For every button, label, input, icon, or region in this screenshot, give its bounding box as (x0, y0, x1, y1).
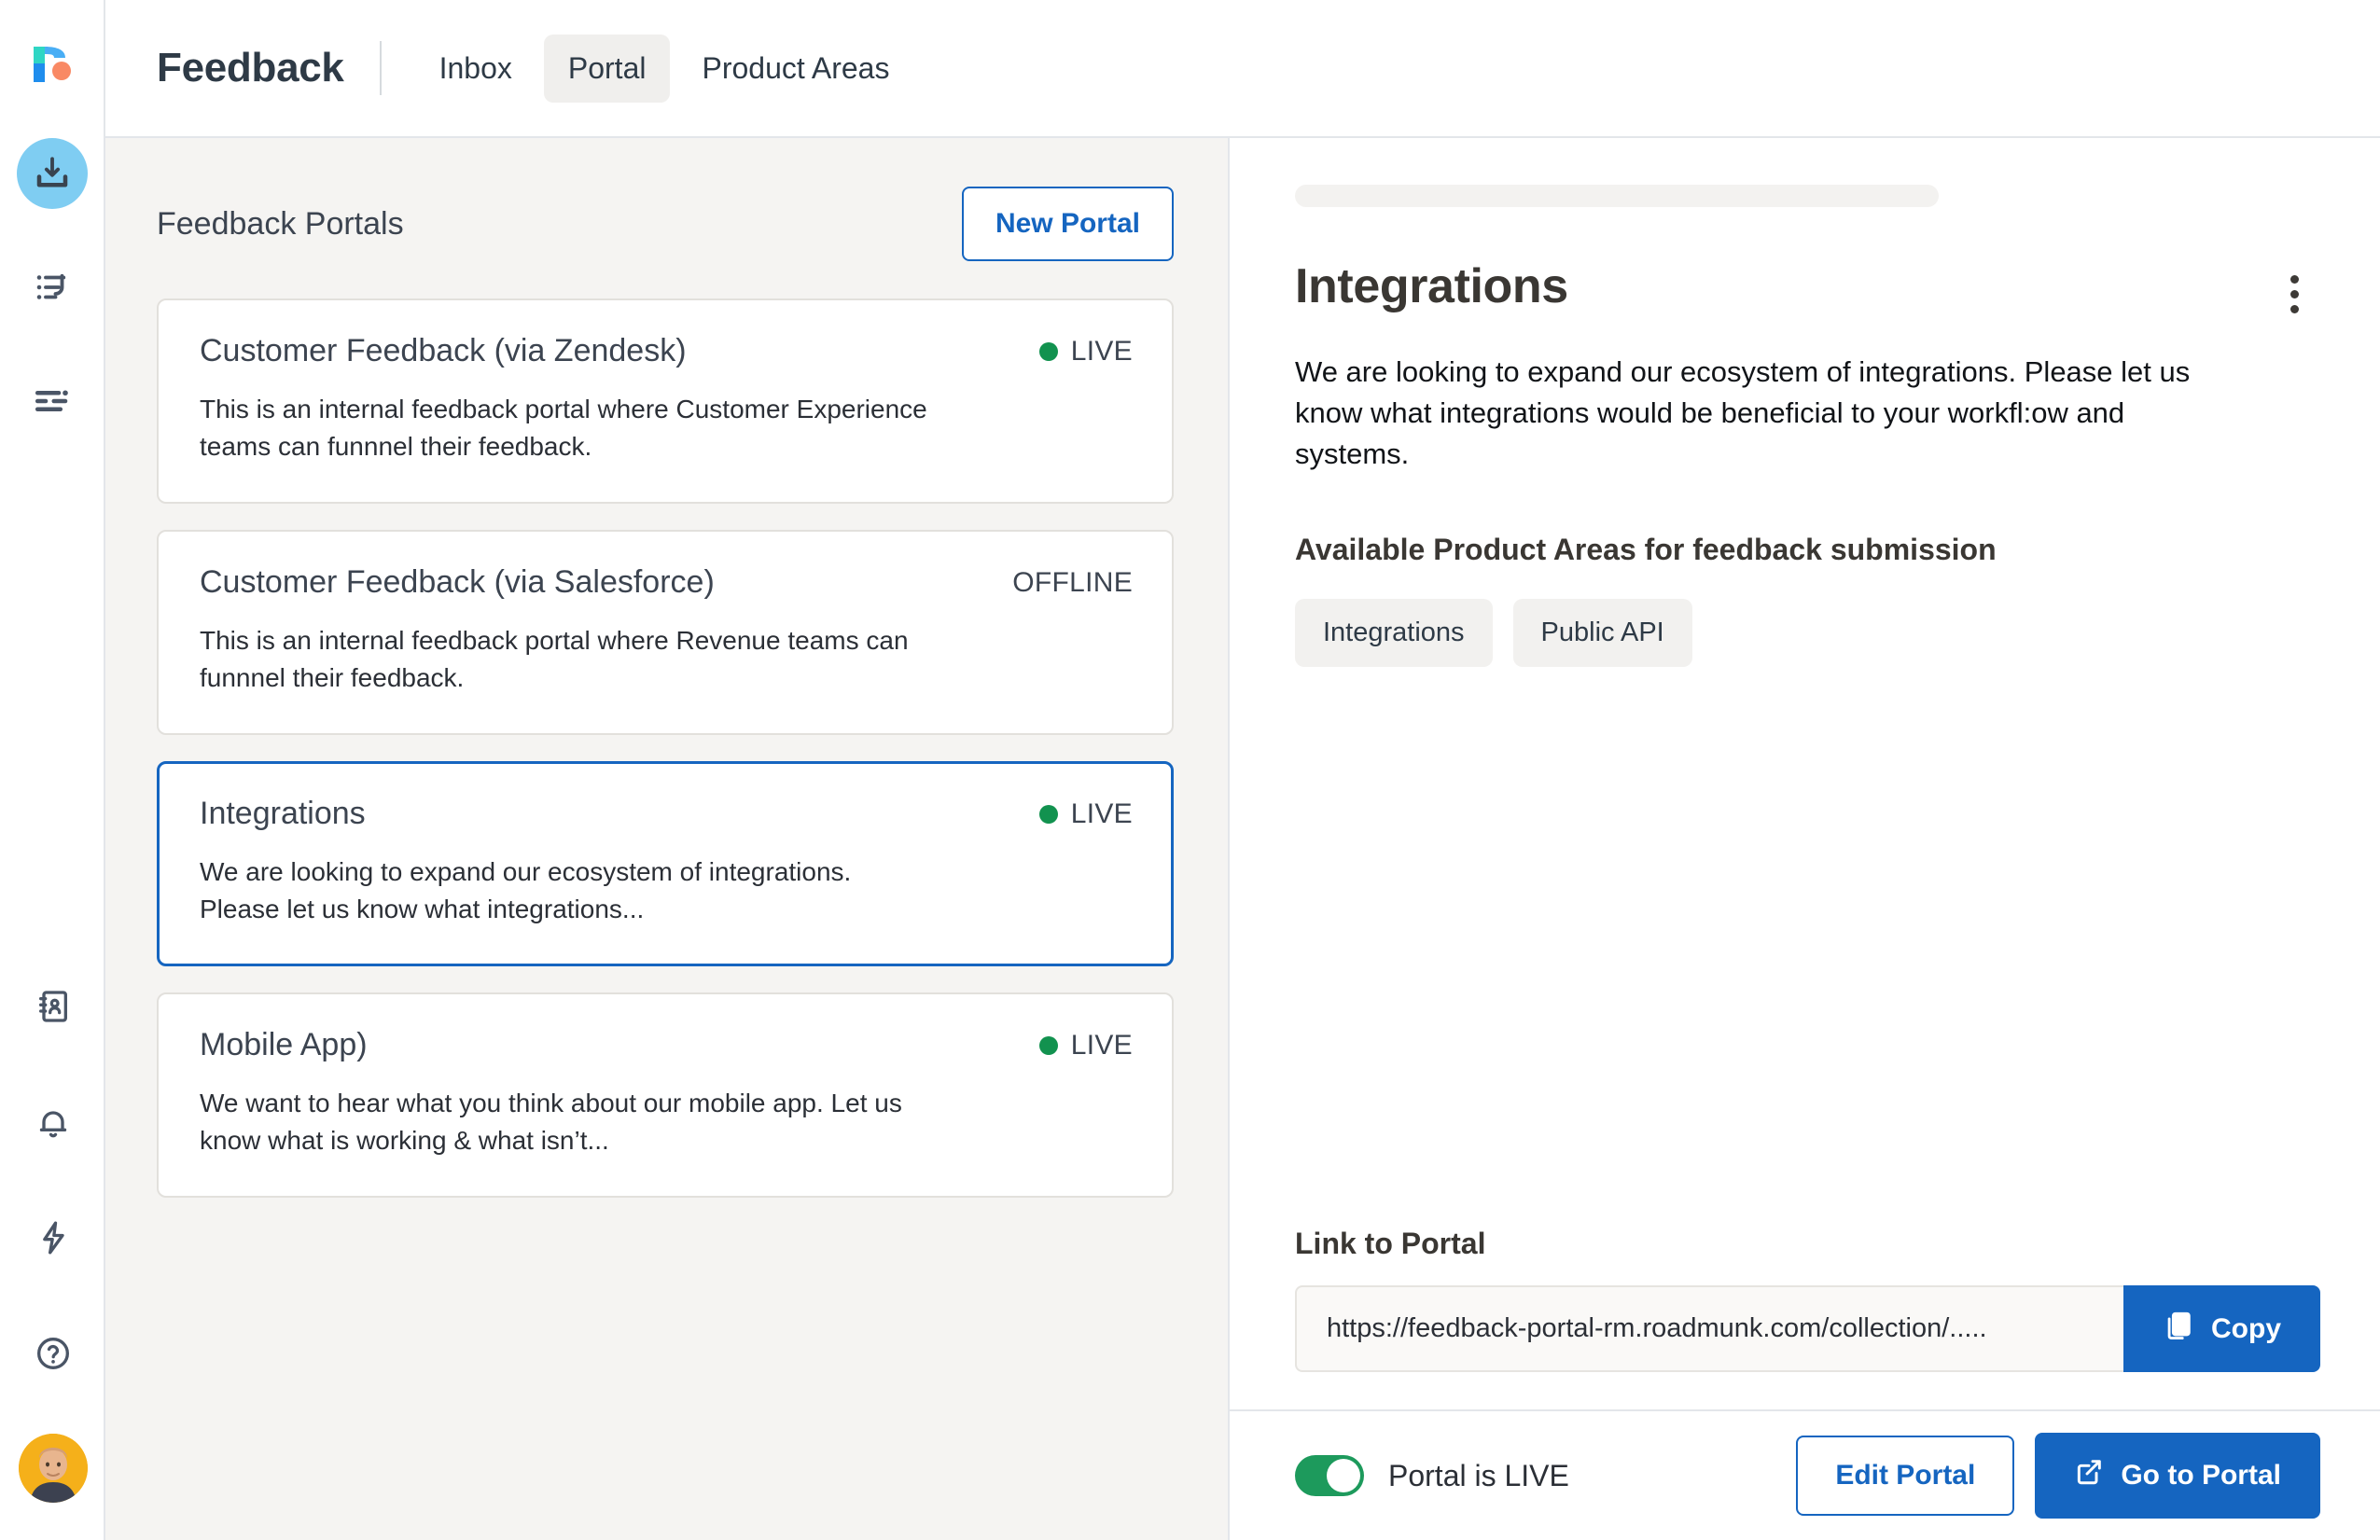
product-area-chip-list: Integrations Public API (1295, 599, 2320, 668)
status-badge: LIVE (1038, 1026, 1133, 1061)
header-divider (379, 41, 382, 95)
icon-rail (0, 0, 105, 1540)
live-dot-icon (1038, 804, 1058, 824)
portal-card-title: Integrations (200, 795, 366, 831)
portal-card-header: Customer Feedback (via Zendesk) LIVE (200, 332, 1133, 370)
status-badge-label: LIVE (1070, 1029, 1133, 1061)
app-root: Feedback Inbox Portal Product Areas Feed… (0, 0, 2380, 1540)
page-title: Feedback (157, 45, 344, 90)
status-badge: LIVE (1038, 795, 1133, 830)
tab-portal[interactable]: Portal (543, 34, 671, 103)
edit-portal-button[interactable]: Edit Portal (1796, 1436, 2015, 1516)
sidebar-item-product-areas[interactable] (17, 366, 88, 437)
main-area: Feedback Inbox Portal Product Areas Feed… (105, 0, 2380, 1540)
top-bar: Feedback Inbox Portal Product Areas (105, 0, 2380, 138)
portal-card-description: We want to hear what you think about our… (200, 1088, 902, 1156)
portal-list-panel: Feedback Portals New Portal Customer Fee… (105, 138, 1230, 1540)
live-dot-icon (1038, 342, 1058, 361)
status-badge: OFFLINE (1012, 563, 1133, 599)
status-badge-label: OFFLINE (1012, 566, 1133, 598)
sidebar-item-notifications[interactable] (18, 1087, 89, 1158)
portal-detail-description: We are looking to expand our ecosystem o… (1295, 355, 2191, 471)
inbox-download-icon (33, 154, 72, 193)
sidebar-item-inbox[interactable] (16, 138, 88, 209)
portal-card-list: Customer Feedback (via Zendesk) LIVE Thi… (105, 298, 1228, 1198)
bell-icon (35, 1103, 72, 1141)
portal-detail-body: Integrations We are looking to expand ou… (1230, 138, 2380, 1227)
portal-card-description: We are looking to expand our ecosystem o… (200, 856, 852, 924)
portal-action-bar: Portal is LIVE Edit Portal Go to Portal (1230, 1409, 2380, 1540)
portal-card-header: Integrations LIVE (200, 795, 1133, 833)
copy-icon (2163, 1310, 2194, 1349)
portal-card-zendesk[interactable]: Customer Feedback (via Zendesk) LIVE Thi… (157, 298, 1174, 504)
product-area-chip-public-api[interactable]: Public API (1512, 599, 1692, 668)
more-vertical-icon[interactable] (2268, 268, 2320, 320)
product-area-chip-integrations[interactable]: Integrations (1295, 599, 1493, 668)
go-to-portal-button[interactable]: Go to Portal (2035, 1433, 2320, 1519)
portal-live-toggle-label: Portal is LIVE (1388, 1458, 1569, 1492)
sidebar-item-help[interactable] (18, 1318, 89, 1389)
product-areas-heading: Available Product Areas for feedback sub… (1295, 533, 1997, 567)
status-badge-label: LIVE (1070, 798, 1133, 829)
rail-secondary-nav (0, 971, 105, 1503)
portal-card-description: This is an internal feedback portal wher… (200, 625, 909, 693)
roadmunk-logo[interactable] (24, 35, 80, 91)
help-circle-icon (35, 1335, 72, 1372)
status-badge: LIVE (1038, 332, 1133, 368)
portal-list-heading: Feedback Portals (157, 205, 404, 242)
header-tabs: Inbox Portal Product Areas (415, 34, 914, 103)
status-badge-label: LIVE (1070, 336, 1133, 367)
feedback-list-icon (33, 268, 72, 307)
external-link-icon (2074, 1457, 2104, 1494)
contacts-book-icon (35, 988, 72, 1025)
content-split: Feedback Portals New Portal Customer Fee… (105, 138, 2380, 1540)
portal-card-title: Customer Feedback (via Zendesk) (200, 333, 687, 368)
portal-card-header: Mobile App) LIVE (200, 1026, 1133, 1064)
portal-card-description: This is an internal feedback portal wher… (200, 394, 927, 462)
product-areas-icon (33, 382, 72, 421)
new-portal-button[interactable]: New Portal (961, 187, 1174, 261)
copy-link-label: Copy (2211, 1312, 2281, 1344)
link-to-portal-label: Link to Portal (1295, 1227, 1486, 1260)
link-to-portal-block: Link to Portal Copy (1230, 1227, 2380, 1409)
tab-inbox[interactable]: Inbox (415, 35, 536, 103)
portal-action-buttons: Edit Portal Go to Portal (1796, 1433, 2320, 1519)
go-to-portal-label: Go to Portal (2121, 1460, 2281, 1491)
rail-primary-nav (16, 138, 88, 437)
portal-card-header: Customer Feedback (via Salesforce) OFFLI… (200, 563, 1133, 602)
portal-detail-title: Integrations (1295, 259, 1568, 313)
copy-link-button[interactable]: Copy (2123, 1285, 2320, 1372)
portal-link-input[interactable] (1295, 1285, 2123, 1372)
portal-card-mobile-app[interactable]: Mobile App) LIVE We want to hear what yo… (157, 992, 1174, 1198)
sidebar-item-whats-new[interactable] (18, 1202, 89, 1273)
lightning-bolt-icon (35, 1219, 72, 1256)
toggle-switch-icon[interactable] (1295, 1455, 1364, 1496)
tab-product-areas[interactable]: Product Areas (677, 35, 913, 103)
loading-placeholder-bar (1295, 185, 1939, 207)
portal-card-salesforce[interactable]: Customer Feedback (via Salesforce) OFFLI… (157, 529, 1174, 735)
sidebar-item-contacts[interactable] (18, 971, 89, 1042)
portal-detail-panel: Integrations We are looking to expand ou… (1230, 138, 2380, 1540)
link-to-portal-row: Copy (1295, 1285, 2320, 1372)
live-dot-icon (1038, 1035, 1058, 1055)
portal-detail-header: Integrations (1295, 258, 2320, 320)
portal-card-title: Customer Feedback (via Salesforce) (200, 563, 715, 600)
portal-live-toggle[interactable]: Portal is LIVE (1295, 1455, 1569, 1496)
portal-list-header: Feedback Portals New Portal (105, 138, 1228, 298)
portal-card-title: Mobile App) (200, 1026, 368, 1062)
portal-card-integrations[interactable]: Integrations LIVE We are looking to expa… (157, 760, 1174, 966)
sidebar-item-feedback-list[interactable] (17, 252, 88, 323)
avatar[interactable] (18, 1434, 88, 1503)
